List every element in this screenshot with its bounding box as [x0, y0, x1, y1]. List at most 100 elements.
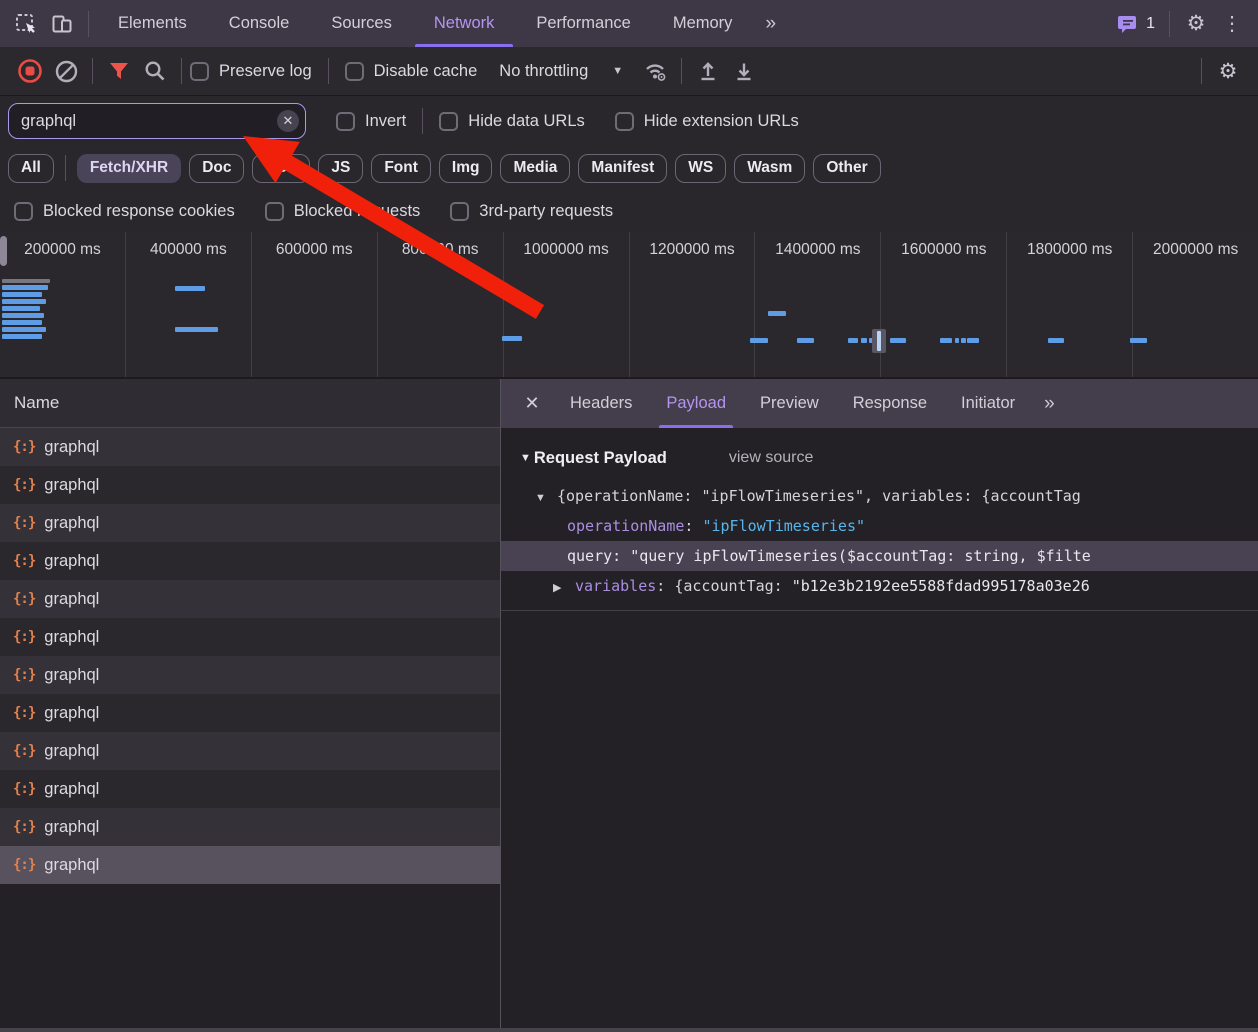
detail-tab-preview[interactable]: Preview	[743, 379, 836, 428]
payload-tree-row[interactable]: operationName: "ipFlowTimeseries"	[501, 511, 1258, 541]
name-column-header[interactable]: Name	[0, 379, 500, 428]
request-detail-panel: ✕ HeadersPayloadPreviewResponseInitiator…	[501, 379, 1258, 1028]
clear-filter-icon[interactable]: ✕	[277, 110, 299, 132]
filter-chip-manifest[interactable]: Manifest	[578, 154, 667, 183]
fetch-xhr-icon: {:}	[13, 857, 35, 873]
tab-memory[interactable]: Memory	[652, 0, 754, 47]
filter-chip-fetch-xhr[interactable]: Fetch/XHR	[77, 154, 181, 183]
fetch-xhr-icon: {:}	[13, 553, 35, 569]
payload-token: "b12e3b2192ee5588fdad995178a03e26	[792, 577, 1090, 595]
hide-data-urls-checkbox[interactable]	[439, 112, 458, 131]
blocked-requests-checkbox[interactable]	[265, 202, 284, 221]
request-name: graphql	[44, 666, 99, 685]
inspect-element-icon[interactable]	[8, 0, 44, 47]
throttling-caret-icon[interactable]: ▼	[612, 65, 623, 77]
clear-network-log-icon[interactable]	[48, 48, 84, 95]
more-tabs-icon[interactable]: »	[753, 13, 786, 35]
filter-chip-other[interactable]: Other	[813, 154, 880, 183]
request-name: graphql	[44, 476, 99, 495]
payload-token: {operationName: "ipFlowTimeseries", vari…	[557, 487, 1081, 505]
export-har-icon[interactable]	[726, 48, 762, 95]
record-network-log-icon[interactable]	[12, 48, 48, 95]
filter-chip-media[interactable]: Media	[500, 154, 570, 183]
filter-icon[interactable]	[101, 48, 137, 95]
payload-token: : {accountTag:	[656, 577, 791, 595]
tab-performance[interactable]: Performance	[515, 0, 651, 47]
third-party-requests-label: 3rd-party requests	[479, 202, 613, 221]
timeline-scroll-handle[interactable]	[0, 236, 7, 266]
tree-toggle-icon[interactable]: ▼	[535, 483, 557, 511]
device-toolbar-icon[interactable]	[44, 0, 80, 47]
network-settings-gear-icon[interactable]: ⚙	[1210, 48, 1246, 95]
request-row[interactable]: {:}graphql	[0, 694, 500, 732]
disable-cache-checkbox[interactable]	[345, 62, 364, 81]
tab-elements[interactable]: Elements	[97, 0, 208, 47]
network-toolbar: Preserve log Disable cache No throttling…	[0, 47, 1258, 96]
preserve-log-checkbox[interactable]	[190, 62, 209, 81]
timeline-tick: 2000000 ms	[1133, 232, 1258, 377]
payload-tree: ▼{operationName: "ipFlowTimeseries", var…	[501, 481, 1258, 601]
timeline-tick: 1400000 ms	[755, 232, 881, 377]
detail-tab-initiator[interactable]: Initiator	[944, 379, 1032, 428]
view-source-link[interactable]: view source	[729, 449, 813, 467]
timeline-tick: 1200000 ms	[630, 232, 756, 377]
customize-menu-icon[interactable]: ⋮	[1214, 11, 1250, 36]
request-row[interactable]: {:}graphql	[0, 770, 500, 808]
import-har-icon[interactable]	[690, 48, 726, 95]
request-list-panel: Name {:}graphql{:}graphql{:}graphql{:}gr…	[0, 379, 501, 1028]
request-row[interactable]: {:}graphql	[0, 504, 500, 542]
fetch-xhr-icon: {:}	[13, 439, 35, 455]
payload-token: variables	[575, 577, 656, 595]
blocked-response-cookies-checkbox[interactable]	[14, 202, 33, 221]
filter-chip-all[interactable]: All	[8, 154, 54, 183]
filter-chip-js[interactable]: JS	[318, 154, 363, 183]
issues-icon[interactable]	[1114, 0, 1142, 47]
timeline-band[interactable]: 200000 ms400000 ms600000 ms800000 ms1000…	[0, 232, 1258, 379]
request-row[interactable]: {:}graphql	[0, 846, 500, 884]
filter-chip-doc[interactable]: Doc	[189, 154, 244, 183]
payload-token: :	[612, 547, 630, 565]
request-row[interactable]: {:}graphql	[0, 732, 500, 770]
timeline-request-bar	[175, 286, 205, 291]
filter-chip-font[interactable]: Font	[371, 154, 431, 183]
request-row[interactable]: {:}graphql	[0, 580, 500, 618]
payload-tree-row[interactable]: ▶variables: {accountTag: "b12e3b2192ee55…	[501, 571, 1258, 601]
hide-extension-urls-checkbox[interactable]	[615, 112, 634, 131]
request-row[interactable]: {:}graphql	[0, 466, 500, 504]
detail-tab-response[interactable]: Response	[836, 379, 944, 428]
payload-tree-row[interactable]: ▼{operationName: "ipFlowTimeseries", var…	[501, 481, 1258, 511]
search-icon[interactable]	[137, 48, 173, 95]
request-row[interactable]: {:}graphql	[0, 428, 500, 466]
request-row[interactable]: {:}graphql	[0, 618, 500, 656]
filter-chip-ws[interactable]: WS	[675, 154, 726, 183]
tree-toggle-icon[interactable]: ▶	[553, 573, 575, 601]
settings-gear-icon[interactable]: ⚙	[1178, 0, 1214, 47]
detail-tab-payload[interactable]: Payload	[649, 379, 743, 428]
filter-chip-img[interactable]: Img	[439, 154, 493, 183]
invert-checkbox[interactable]	[336, 112, 355, 131]
close-icon[interactable]: ✕	[511, 379, 553, 428]
payload-tree-row[interactable]: query: "query ipFlowTimeseries($accountT…	[501, 541, 1258, 571]
filter-chip-wasm[interactable]: Wasm	[734, 154, 805, 183]
tab-network[interactable]: Network	[413, 0, 516, 47]
payload-token: operationName	[567, 517, 684, 535]
tab-sources[interactable]: Sources	[310, 0, 413, 47]
timeline-tick: 1000000 ms	[504, 232, 630, 377]
tab-console[interactable]: Console	[208, 0, 311, 47]
request-row[interactable]: {:}graphql	[0, 542, 500, 580]
hide-extension-urls-label: Hide extension URLs	[644, 112, 799, 131]
detail-tab-headers[interactable]: Headers	[553, 379, 649, 428]
request-name: graphql	[44, 818, 99, 837]
network-conditions-icon[interactable]	[637, 48, 673, 95]
filter-input[interactable]	[8, 103, 306, 139]
request-payload-collapse-icon[interactable]: ▼	[520, 452, 531, 464]
divider	[1169, 11, 1170, 37]
detail-more-tabs-icon[interactable]: »	[1032, 393, 1065, 415]
third-party-requests-checkbox[interactable]	[450, 202, 469, 221]
timeline-request-bar	[2, 292, 42, 297]
request-row[interactable]: {:}graphql	[0, 656, 500, 694]
request-row[interactable]: {:}graphql	[0, 808, 500, 846]
filter-chip-css[interactable]: CSS	[252, 154, 310, 183]
timeline-request-bar	[890, 338, 906, 343]
throttling-select[interactable]: No throttling	[499, 62, 588, 81]
